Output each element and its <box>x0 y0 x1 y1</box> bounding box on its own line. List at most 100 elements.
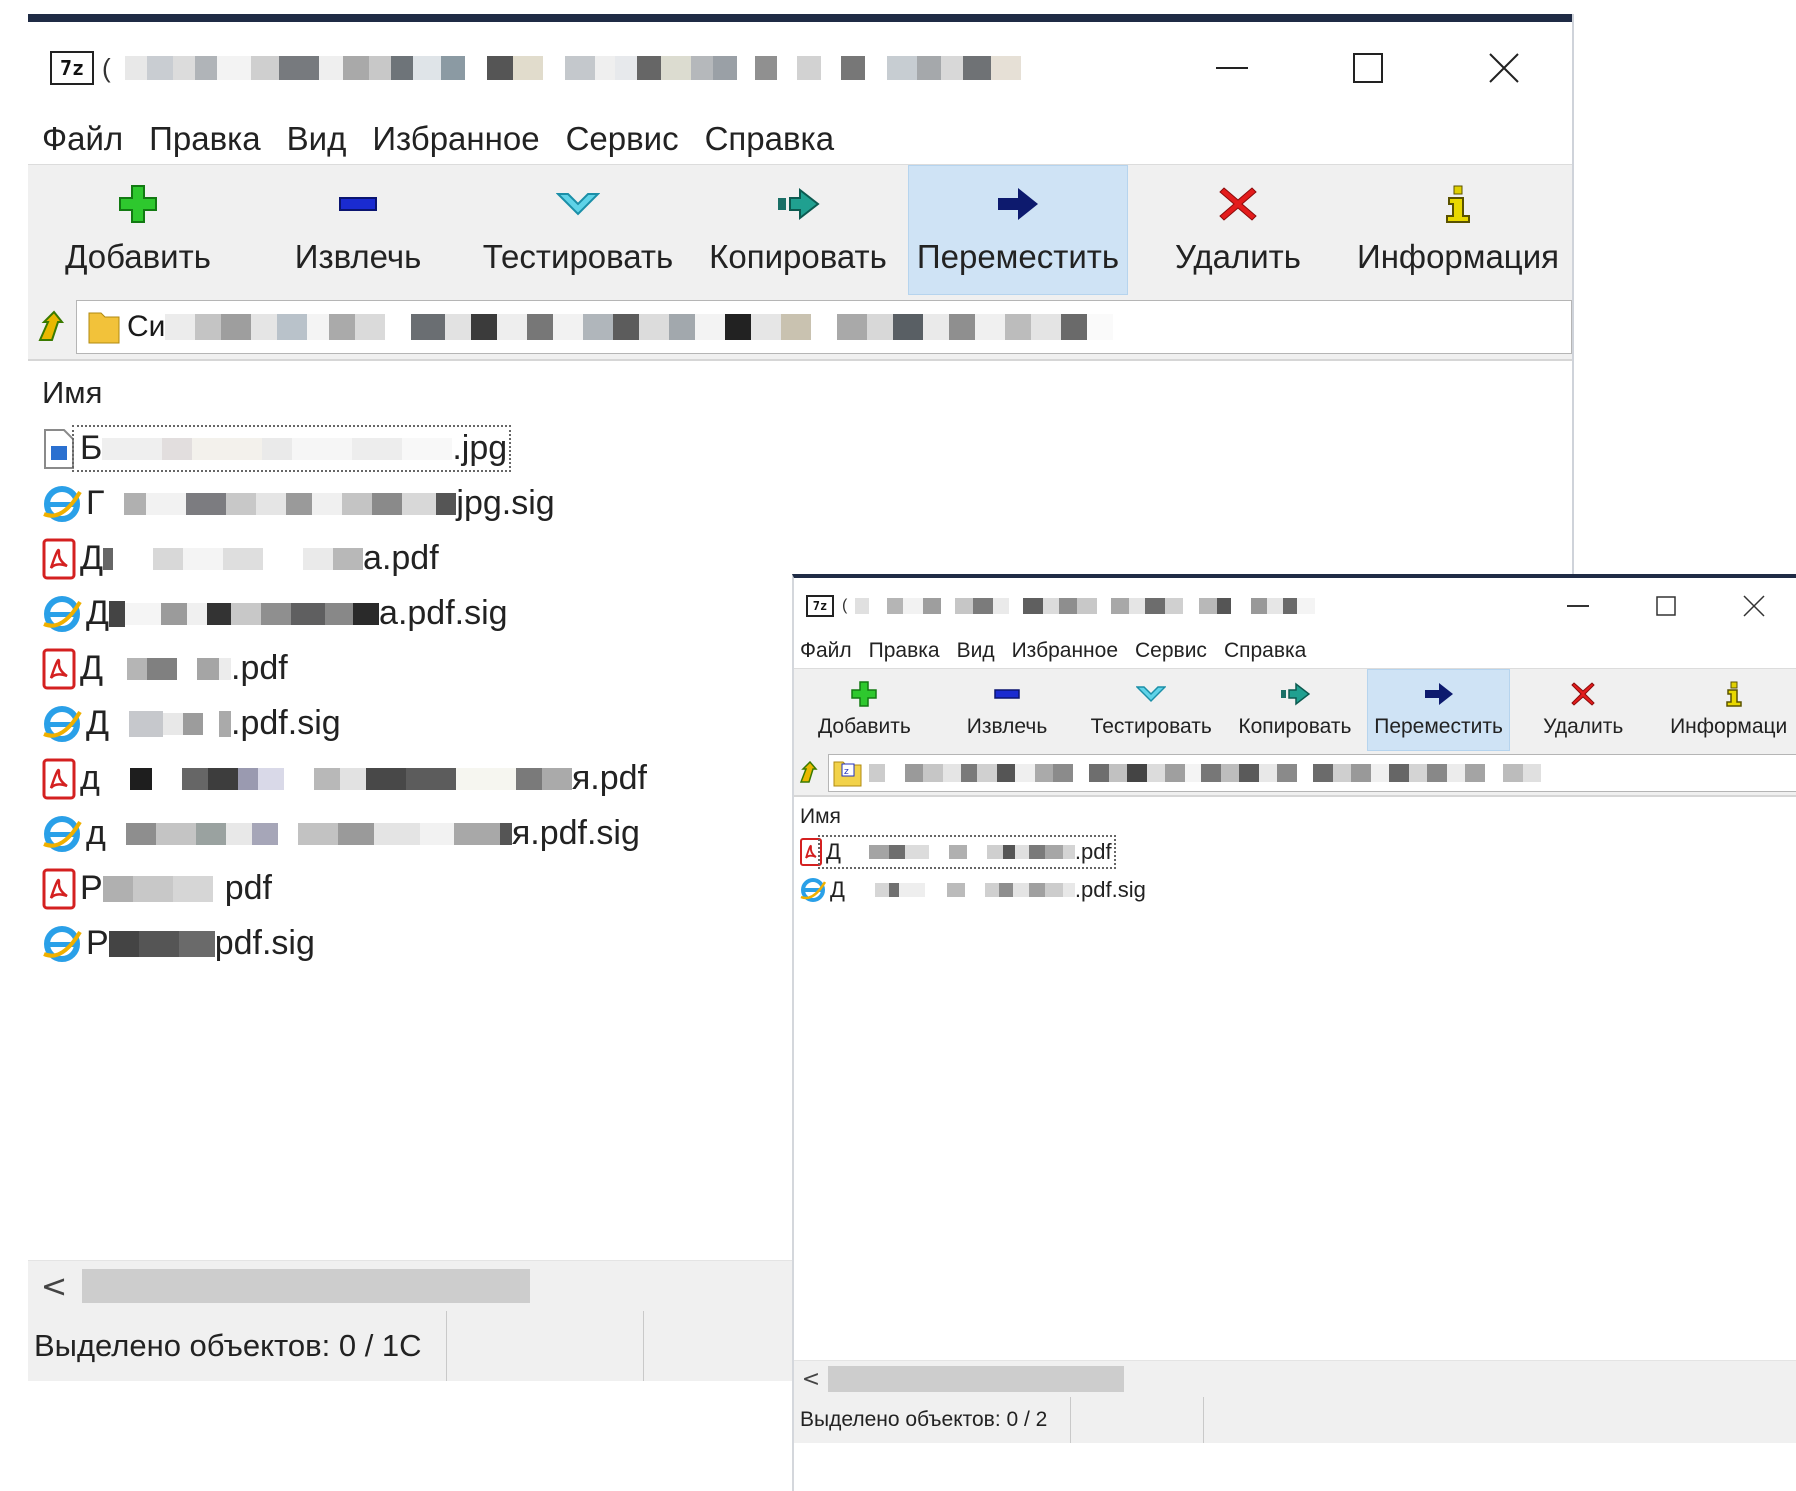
menu-view[interactable]: Вид <box>287 120 347 158</box>
path-text-start: Си <box>127 310 166 343</box>
menu-edit[interactable]: Правка <box>149 120 260 158</box>
column-header-name[interactable]: Имя <box>28 361 1572 421</box>
file-row[interactable]: Б .jpg <box>28 421 1572 476</box>
close-icon <box>1489 53 1519 83</box>
scroll-left-button[interactable]: < <box>794 1361 828 1397</box>
file-list[interactable]: Имя Д .pdf Д .pdf.sig < <box>794 795 1796 1397</box>
test-button[interactable]: Тестировать <box>1079 669 1223 751</box>
signature-file-icon <box>43 705 82 742</box>
file-row[interactable]: Д .pdf <box>794 833 1796 871</box>
file-name: Д a.pdf <box>80 539 439 577</box>
path-input[interactable]: Си <box>76 300 1572 354</box>
file-name: Р pdf.sig <box>86 924 315 962</box>
signature-file-icon <box>43 925 82 962</box>
extract-icon <box>994 689 1020 699</box>
info-label: Информация <box>1356 238 1560 275</box>
delete-label: Удалить <box>1175 238 1301 275</box>
test-icon <box>1136 686 1167 703</box>
extract-button[interactable]: Извлечь <box>935 669 1080 751</box>
scroll-thumb[interactable] <box>82 1269 530 1303</box>
file-name-redacted <box>102 875 225 902</box>
scroll-thumb[interactable] <box>828 1366 1124 1392</box>
menu-view[interactable]: Вид <box>957 639 995 663</box>
info-label: Информаци <box>1670 715 1788 738</box>
test-icon <box>556 193 600 216</box>
delete-button[interactable]: Удалить <box>1510 669 1656 751</box>
menu-favorites[interactable]: Избранное <box>1012 639 1118 663</box>
extract-label: Извлечь <box>294 238 422 275</box>
move-icon <box>998 188 1038 220</box>
menu-tools[interactable]: Сервис <box>1135 639 1207 663</box>
minimize-icon <box>1216 67 1248 69</box>
file-name-redacted <box>104 492 457 515</box>
copy-button[interactable]: Копировать <box>688 165 908 295</box>
file-name-redacted <box>103 657 232 680</box>
7zip-app-icon: 7z <box>806 595 834 617</box>
file-name-redacted <box>844 883 1075 897</box>
test-button[interactable]: Тестировать <box>468 165 688 295</box>
file-name: д я.pdf.sig <box>86 814 640 852</box>
file-name-redacted <box>108 930 215 957</box>
minimize-button[interactable] <box>1164 22 1300 114</box>
minimize-icon <box>1567 605 1589 607</box>
menu-help[interactable]: Справка <box>1224 639 1306 663</box>
minimize-button[interactable] <box>1534 578 1622 634</box>
move-label: Переместить <box>1374 715 1503 738</box>
status-selected-count: Выделено объектов: 0 / 2 <box>794 1397 1071 1443</box>
file-name: Д a.pdf.sig <box>86 594 508 632</box>
info-button[interactable]: Информаци <box>1656 669 1796 751</box>
status-selected-count: Выделено объектов: 0 / 1С <box>28 1311 447 1381</box>
copy-icon <box>1280 682 1310 706</box>
maximize-button[interactable] <box>1300 22 1436 114</box>
file-row[interactable]: Д .pdf.sig <box>794 871 1796 909</box>
maximize-button[interactable] <box>1622 578 1710 634</box>
archive-window-nested: 7z ( Файл Правка Вид Избранное Сервис Сп… <box>792 574 1796 1491</box>
copy-button[interactable]: Копировать <box>1223 669 1367 751</box>
scroll-left-button[interactable]: < <box>28 1261 80 1311</box>
info-button[interactable]: Информация <box>1348 165 1568 295</box>
add-button[interactable]: Добавить <box>28 165 248 295</box>
test-label: Тестировать <box>1090 715 1212 738</box>
extract-icon <box>339 197 377 211</box>
delete-label: Удалить <box>1543 715 1624 738</box>
file-name-redacted <box>103 547 364 570</box>
menu-tools[interactable]: Сервис <box>566 120 679 158</box>
menu-favorites[interactable]: Избранное <box>372 120 539 158</box>
menu-bar: Файл Правка Вид Избранное Сервис Справка <box>28 114 1572 164</box>
add-button[interactable]: Добавить <box>794 669 935 751</box>
move-button[interactable]: Переместить <box>908 165 1128 295</box>
close-button[interactable] <box>1710 578 1796 634</box>
close-button[interactable] <box>1436 22 1572 114</box>
window-title-start: ( <box>842 597 848 614</box>
horizontal-scrollbar[interactable]: < <box>794 1360 1796 1397</box>
file-name-redacted <box>840 845 1075 859</box>
toolbar: Добавить Извлечь Тестировать Копировать … <box>28 164 1572 295</box>
extract-label: Извлечь <box>966 715 1048 738</box>
file-name-redacted <box>109 600 380 627</box>
column-header-name[interactable]: Имя <box>794 797 1796 833</box>
copy-icon <box>778 187 820 221</box>
up-folder-icon[interactable] <box>36 310 66 344</box>
menu-help[interactable]: Справка <box>705 120 834 158</box>
menu-file[interactable]: Файл <box>42 120 123 158</box>
move-button[interactable]: Переместить <box>1366 669 1511 751</box>
file-name-redacted <box>99 767 572 790</box>
image-file-icon <box>44 428 74 469</box>
file-row[interactable]: Г jpg.sig <box>28 476 1572 531</box>
path-redacted <box>869 764 1541 782</box>
add-icon <box>119 185 157 223</box>
maximize-icon <box>1656 596 1676 616</box>
title-bar[interactable]: 7z ( <box>794 578 1796 634</box>
menu-file[interactable]: Файл <box>800 639 852 663</box>
title-bar[interactable]: 7z ( <box>28 22 1572 114</box>
extract-button[interactable]: Извлечь <box>248 165 468 295</box>
path-bar: Си <box>28 295 1572 359</box>
info-icon <box>1726 681 1742 707</box>
menu-edit[interactable]: Правка <box>869 639 940 663</box>
path-input[interactable]: z <box>828 754 1796 792</box>
add-icon <box>851 681 878 707</box>
7zip-app-icon: 7z <box>50 51 94 85</box>
up-folder-icon[interactable] <box>798 761 818 785</box>
file-name: Р pdf <box>80 869 272 907</box>
delete-button[interactable]: Удалить <box>1128 165 1348 295</box>
